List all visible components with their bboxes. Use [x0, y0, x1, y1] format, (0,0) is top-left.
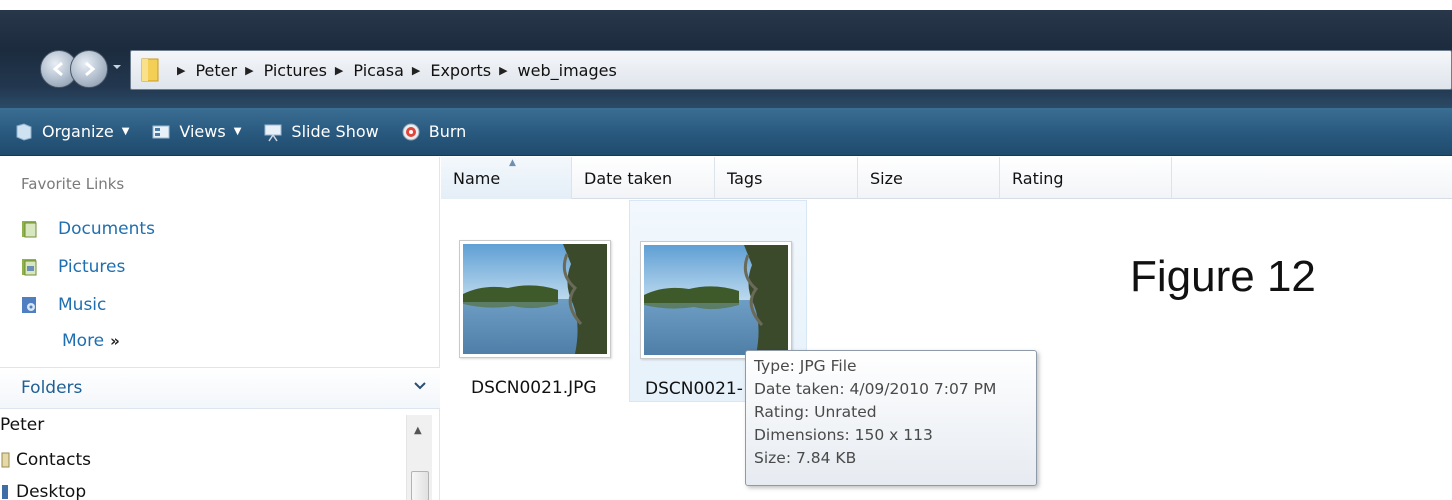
tree-item-desktop[interactable]: Desktop: [0, 482, 86, 500]
column-header-rating[interactable]: Rating: [1000, 157, 1172, 199]
lake-photo-thumbnail: [463, 244, 607, 354]
scroll-up-icon[interactable]: ▲: [414, 425, 422, 436]
favorite-link-documents[interactable]: Documents: [20, 219, 155, 239]
favorite-link-music[interactable]: Music: [20, 295, 106, 315]
views-label: Views: [179, 122, 226, 141]
file-info-tooltip: Type: JPG File Date taken: 4/09/2010 7:0…: [745, 350, 1037, 486]
tree-item-contacts[interactable]: Contacts: [0, 450, 91, 470]
address-bar[interactable]: ▶ Peter ▶ Pictures ▶ Picasa ▶ Exports ▶ web_…: [130, 50, 1452, 90]
burn-label: Burn: [428, 122, 467, 141]
thumbnail: [640, 241, 792, 359]
column-label: Tags: [727, 168, 763, 188]
double-chevron-icon: »: [110, 332, 120, 350]
more-label: More: [62, 331, 105, 351]
column-header-name[interactable]: ▲ Name: [441, 157, 572, 199]
column-label: Rating: [1012, 168, 1064, 188]
favorite-link-label: Music: [58, 295, 107, 315]
breadcrumb-peter[interactable]: Peter ▶: [195, 61, 263, 80]
favorite-link-pictures[interactable]: Pictures: [20, 257, 125, 277]
tooltip-size: Size: 7.84 KB: [754, 449, 857, 467]
slideshow-icon: [263, 122, 283, 142]
tree-item-label: Desktop: [16, 482, 87, 500]
column-header-date-taken[interactable]: Date taken: [572, 157, 715, 199]
back-arrow-icon: [52, 61, 63, 77]
folders-label: Folders: [21, 378, 83, 398]
tree-item-label: Contacts: [16, 450, 91, 470]
views-icon: [151, 122, 171, 142]
scrollbar-thumb[interactable]: [411, 471, 429, 500]
breadcrumb-pictures[interactable]: Pictures ▶: [264, 61, 354, 80]
recent-pages-dropdown-icon[interactable]: [112, 62, 122, 72]
tree-item-peter[interactable]: Peter: [0, 415, 44, 435]
chevron-down-icon: ▼: [233, 126, 242, 137]
folders-scrollbar[interactable]: ▲: [406, 415, 432, 500]
forward-arrow-icon: [85, 61, 96, 77]
breadcrumb-sep: ▶: [177, 63, 186, 77]
window-titlebar: ▶ Peter ▶ Pictures ▶ Picasa ▶ Exports ▶ web_…: [0, 0, 1452, 108]
tooltip-dimensions: Dimensions: 150 x 113: [754, 426, 933, 444]
navigation-pane: Favorite Links Documents Pictures Music …: [0, 157, 440, 500]
column-header-row: ▲ Name Date taken Tags Size Rating: [441, 157, 1452, 199]
thumbnail: [459, 240, 611, 358]
favorite-links-title: Favorite Links: [21, 175, 125, 193]
organize-button[interactable]: Organize ▼: [14, 108, 129, 156]
folder-icon: [139, 57, 161, 83]
file-name: DSCN0021-: [645, 379, 743, 399]
column-label: Date taken: [584, 168, 673, 188]
column-label: Size: [870, 168, 903, 188]
favorite-link-label: Pictures: [58, 257, 126, 277]
column-header-size[interactable]: Size: [858, 157, 1000, 199]
folders-header[interactable]: Folders: [0, 367, 440, 409]
documents-icon: [20, 219, 40, 239]
top-strip: [0, 0, 1452, 10]
breadcrumb-exports[interactable]: Exports ▶: [430, 61, 517, 80]
music-icon: [20, 295, 40, 315]
burn-button[interactable]: Burn: [401, 108, 467, 156]
chevron-down-icon: [414, 382, 426, 390]
slideshow-label: Slide Show: [291, 122, 379, 141]
sort-ascending-icon: ▲: [509, 158, 516, 168]
chevron-down-icon: ▼: [121, 126, 130, 137]
tooltip-rating: Rating: Unrated: [754, 403, 877, 421]
favorite-link-label: Documents: [58, 219, 155, 239]
lake-photo-thumbnail: [644, 245, 788, 355]
contacts-icon: [0, 451, 10, 469]
slideshow-button[interactable]: Slide Show: [263, 108, 379, 156]
tree-item-label: Peter: [0, 415, 45, 435]
breadcrumb-picasa[interactable]: Picasa ▶: [353, 61, 430, 80]
breadcrumb-web-images[interactable]: web_images: [518, 61, 617, 80]
views-button[interactable]: Views ▼: [151, 108, 241, 156]
more-links-button[interactable]: More »: [62, 331, 120, 351]
burn-disc-icon: [401, 122, 421, 142]
column-label: Name: [453, 168, 501, 188]
figure-label: Figure 12: [1130, 252, 1316, 301]
command-toolbar: Organize ▼ Views ▼ Slide Show Burn: [0, 108, 1452, 156]
pictures-icon: [20, 257, 40, 277]
tooltip-date-taken: Date taken: 4/09/2010 7:07 PM: [754, 380, 997, 398]
file-name: DSCN0021.JPG: [471, 378, 597, 398]
tooltip-type: Type: JPG File: [754, 357, 857, 375]
forward-button[interactable]: [70, 50, 108, 88]
file-item[interactable]: DSCN0021.JPG: [441, 200, 619, 402]
organize-label: Organize: [42, 122, 114, 141]
column-header-tags[interactable]: Tags: [715, 157, 858, 199]
organize-icon: [14, 122, 34, 142]
desktop-icon: [0, 483, 10, 500]
